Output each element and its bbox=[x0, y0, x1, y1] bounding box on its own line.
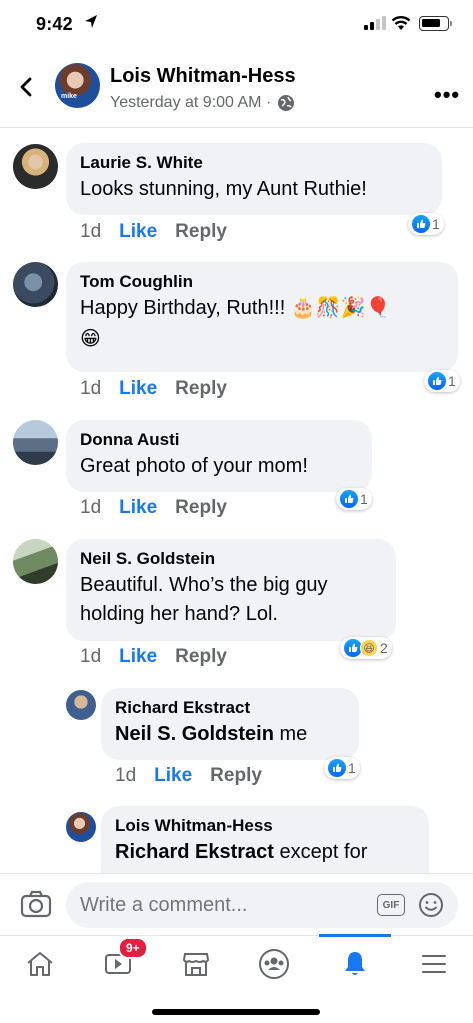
commenter-avatar[interactable] bbox=[13, 420, 58, 465]
commenter-avatar[interactable] bbox=[13, 144, 58, 189]
commenter-name[interactable]: Richard Ekstract bbox=[115, 698, 345, 718]
mention-tag[interactable]: Neil S. Goldstein bbox=[115, 723, 274, 745]
grin-emoji: 😁 bbox=[80, 328, 101, 350]
home-indicator[interactable] bbox=[152, 1009, 320, 1015]
reaction-number: 1 bbox=[360, 491, 368, 507]
comment-time: 1d bbox=[80, 497, 102, 518]
comment-bubble[interactable]: Tom Coughlin Happy Birthday, Ruth!!! 🎂🎊🎉… bbox=[66, 262, 458, 372]
like-button[interactable]: Like bbox=[119, 646, 157, 668]
globe-icon bbox=[278, 95, 295, 111]
location-arrow-icon bbox=[84, 14, 98, 35]
mention-tag[interactable]: Richard Ekstract bbox=[115, 841, 274, 863]
comment-bubble[interactable]: Laurie S. White Looks stunning, my Aunt … bbox=[66, 143, 442, 215]
comment-text: Richard Ekstract except for bbox=[115, 838, 415, 867]
tab-menu[interactable] bbox=[404, 942, 464, 986]
commenter-name[interactable]: Donna Austi bbox=[80, 430, 358, 450]
emoji-icon[interactable] bbox=[418, 892, 444, 923]
comment-text: Looks stunning, my Aunt Ruthie! bbox=[80, 178, 367, 200]
comment-actions: 1d Like Reply bbox=[80, 497, 227, 519]
more-options-icon[interactable]: ••• bbox=[434, 82, 460, 108]
tab-notifications[interactable] bbox=[325, 942, 385, 986]
notification-badge: 9+ bbox=[118, 937, 148, 959]
reaction-count[interactable]: 1 bbox=[336, 488, 372, 510]
post-meta: Yesterday at 9:00 AM · bbox=[110, 94, 295, 112]
commenter-name[interactable]: Laurie S. White bbox=[80, 153, 428, 173]
reaction-count[interactable]: 😆 2 bbox=[340, 637, 392, 659]
comment-text-main: except for bbox=[273, 841, 368, 863]
comment-composer: GIF bbox=[0, 873, 473, 935]
home-icon bbox=[27, 952, 53, 976]
comment-time: 1d bbox=[80, 221, 102, 242]
comment-text: Happy Birthday, Ruth!!! 🎂🎊🎉🎈 bbox=[80, 294, 444, 323]
wifi-icon bbox=[391, 15, 411, 36]
like-button[interactable]: Like bbox=[119, 378, 157, 400]
cell-signal-icon bbox=[364, 16, 386, 30]
party-emoji: 🎂🎊🎉🎈 bbox=[290, 297, 391, 319]
tab-marketplace[interactable] bbox=[166, 942, 226, 986]
commenter-avatar[interactable] bbox=[66, 690, 96, 720]
comment-actions: 1d Like Reply bbox=[80, 646, 227, 668]
reply-button[interactable]: Reply bbox=[210, 765, 262, 787]
bottom-tab-bar: 9+ bbox=[0, 934, 473, 1023]
page-title[interactable]: Lois Whitman-Hess bbox=[110, 65, 296, 88]
reply-button[interactable]: Reply bbox=[175, 646, 227, 668]
like-button[interactable]: Like bbox=[119, 221, 157, 243]
back-button[interactable] bbox=[14, 74, 40, 100]
commenter-name[interactable]: Tom Coughlin bbox=[80, 272, 444, 292]
thumbs-up-icon bbox=[412, 215, 430, 233]
tab-home[interactable] bbox=[10, 942, 70, 986]
reaction-count[interactable]: 1 bbox=[408, 213, 444, 235]
comment-time: 1d bbox=[80, 378, 102, 399]
battery-icon bbox=[419, 16, 452, 31]
commenter-avatar[interactable] bbox=[13, 262, 58, 307]
comment-time: 1d bbox=[115, 765, 137, 786]
reply-button[interactable]: Reply bbox=[175, 497, 227, 519]
comment-text-main: Happy Birthday, Ruth!!! bbox=[80, 297, 286, 319]
tab-groups[interactable] bbox=[244, 942, 304, 986]
thumbs-up-icon bbox=[340, 490, 358, 508]
active-tab-indicator bbox=[319, 934, 391, 937]
comment-time: 1d bbox=[80, 646, 102, 667]
groups-icon bbox=[259, 949, 289, 979]
camera-icon[interactable] bbox=[20, 890, 52, 923]
like-button[interactable]: Like bbox=[119, 497, 157, 519]
bell-icon bbox=[345, 952, 365, 975]
gif-button[interactable]: GIF bbox=[377, 894, 405, 916]
comment-actions: 1d Like Reply bbox=[80, 378, 227, 400]
reaction-number: 1 bbox=[432, 216, 440, 232]
thumbs-up-icon bbox=[328, 759, 346, 777]
status-bar: 9:42 bbox=[0, 0, 473, 50]
hamburger-menu-icon bbox=[422, 955, 446, 973]
comment-text: Beautiful. Who’s the big guy holding her… bbox=[80, 574, 328, 625]
reply-bubble[interactable]: Richard Ekstract Neil S. Goldstein me bbox=[101, 688, 359, 760]
thumbs-up-icon bbox=[428, 372, 446, 390]
chevron-left-icon bbox=[20, 77, 32, 97]
commenter-avatar[interactable] bbox=[13, 539, 58, 584]
comment-text-main: me bbox=[273, 723, 308, 745]
reaction-count[interactable]: 1 bbox=[424, 370, 460, 392]
commenter-name[interactable]: Neil S. Goldstein bbox=[80, 549, 382, 569]
status-time: 9:42 bbox=[36, 14, 73, 34]
comment-text: Neil S. Goldstein me bbox=[115, 720, 345, 749]
comment-actions: 1d Like Reply bbox=[80, 221, 227, 243]
reply-button[interactable]: Reply bbox=[175, 378, 227, 400]
post-timestamp[interactable]: Yesterday at 9:00 AM · bbox=[110, 94, 271, 112]
comment-bubble[interactable]: Neil S. Goldstein Beautiful. Who’s the b… bbox=[66, 539, 396, 641]
reaction-number: 2 bbox=[380, 640, 388, 656]
comment-text: Great photo of your mom! bbox=[80, 455, 308, 477]
avatar-badge-text: mike bbox=[61, 93, 77, 100]
reaction-number: 1 bbox=[348, 760, 356, 776]
reaction-count[interactable]: 1 bbox=[324, 757, 360, 779]
commenter-avatar[interactable] bbox=[66, 812, 96, 842]
like-button[interactable]: Like bbox=[154, 765, 192, 787]
marketplace-icon bbox=[182, 953, 210, 976]
author-avatar[interactable]: mike bbox=[55, 63, 100, 108]
commenter-name[interactable]: Lois Whitman-Hess bbox=[115, 816, 415, 836]
comment-bubble[interactable]: Donna Austi Great photo of your mom! bbox=[66, 420, 372, 492]
comment-actions: 1d Like Reply bbox=[115, 765, 262, 787]
post-header: mike Lois Whitman-Hess Yesterday at 9:00… bbox=[0, 52, 473, 128]
reaction-number: 1 bbox=[448, 373, 456, 389]
haha-icon: 😆 bbox=[360, 639, 378, 657]
reply-button[interactable]: Reply bbox=[175, 221, 227, 243]
